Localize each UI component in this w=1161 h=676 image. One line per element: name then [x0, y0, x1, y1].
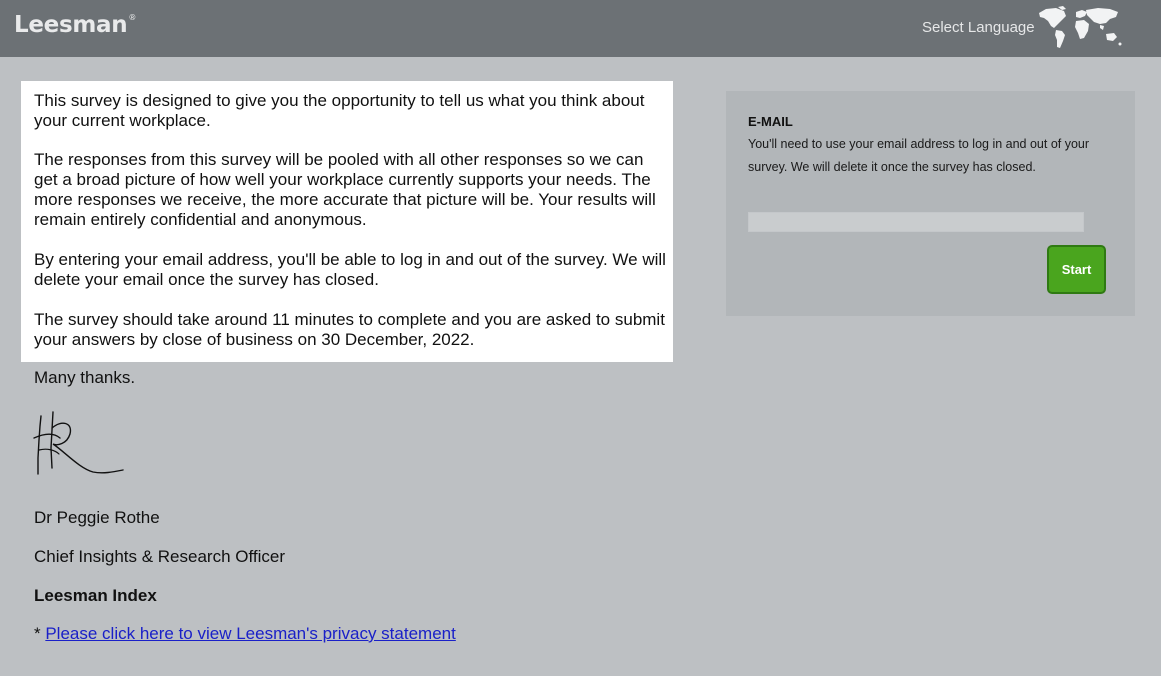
logo-registered-mark: ®: [128, 13, 137, 22]
organization-name: Leesman Index: [34, 586, 157, 605]
logo-text: Leesman: [14, 12, 128, 38]
top-bar: Leesman® Select Language: [0, 0, 1161, 57]
privacy-statement-link[interactable]: Please click here to view Leesman's priv…: [45, 624, 455, 643]
privacy-asterisk: *: [34, 624, 46, 643]
world-map-icon[interactable]: [1036, 4, 1126, 52]
intro-paragraph-3: By entering your email address, you'll b…: [34, 250, 666, 289]
privacy-line: * Please click here to view Leesman's pr…: [34, 624, 456, 644]
intro-paragraph-4: The survey should take around 11 minutes…: [34, 310, 665, 349]
signature: [33, 411, 124, 475]
intro-paragraph-1: This survey is designed to give you the …: [34, 91, 645, 130]
intro-paragraph-2: The responses from this survey will be p…: [34, 150, 656, 229]
email-input[interactable]: [748, 212, 1084, 232]
select-language-label[interactable]: Select Language: [922, 19, 1035, 36]
signer-title: Chief Insights & Research Officer: [34, 547, 286, 566]
email-heading: E-MAIL: [748, 114, 793, 129]
thanks-text: Many thanks.: [34, 368, 136, 387]
start-button[interactable]: Start: [1047, 245, 1106, 294]
email-description: You'll need to use your email address to…: [748, 137, 1090, 174]
leesman-logo[interactable]: Leesman®: [14, 12, 137, 38]
signer-name: Dr Peggie Rothe: [34, 508, 160, 527]
